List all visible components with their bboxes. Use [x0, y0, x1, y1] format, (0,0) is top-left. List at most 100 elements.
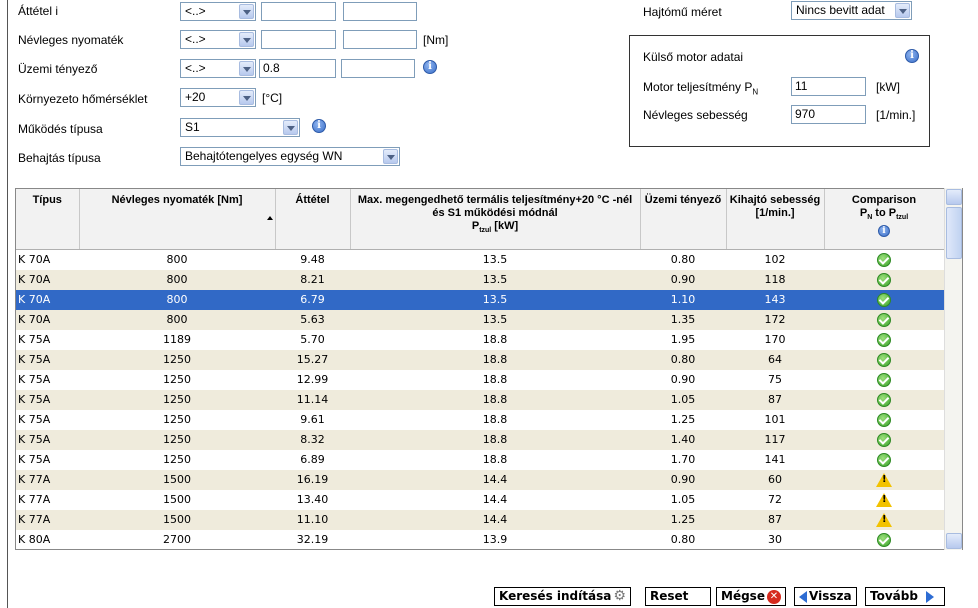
nyomatek-max-input[interactable]: [343, 30, 417, 49]
info-icon[interactable]: i: [878, 225, 890, 238]
chevron-down-icon: [239, 32, 254, 47]
cell-nyomatek: 1250: [79, 349, 275, 370]
check-circle-icon: [877, 272, 891, 287]
cell-uzemi: 0.90: [640, 269, 726, 290]
cell-tipus: K 75A: [16, 329, 79, 350]
col-tipus[interactable]: Típus: [16, 189, 80, 250]
cell-max: 14.4: [350, 489, 640, 510]
homerseklet-select[interactable]: +20: [180, 88, 256, 107]
scroll-down-button[interactable]: [946, 533, 962, 549]
cell-uzemi: 1.25: [640, 509, 726, 530]
table-row[interactable]: K 80A 2700 32.19 13.9 0.80 30: [16, 529, 944, 549]
col-attetel[interactable]: Áttétel: [275, 189, 351, 250]
cell-kihajto: 64: [726, 349, 824, 370]
cell-max: 13.9: [350, 529, 640, 549]
nyomatek-min-input[interactable]: [261, 30, 336, 49]
homerseklet-unit: [°C]: [262, 91, 283, 105]
cell-comparison: [824, 309, 944, 330]
check-circle-icon: [877, 292, 891, 307]
mukodes-label: Működés típusa: [18, 122, 103, 136]
tenyezo-max-input[interactable]: [341, 59, 415, 78]
close-icon: ✕: [766, 589, 781, 604]
scroll-up-button[interactable]: [946, 189, 962, 205]
table-row[interactable]: K 75A 1250 8.32 18.8 1.40 117: [16, 429, 944, 450]
table-row[interactable]: K 70A 800 9.48 13.5 0.80 102: [16, 249, 944, 270]
table-row[interactable]: K 75A 1250 6.89 18.8 1.70 141: [16, 449, 944, 470]
hajtomu-select[interactable]: Nincs bevitt adat: [791, 1, 912, 20]
hajtomu-label: Hajtómű méret: [643, 5, 722, 19]
table-row[interactable]: K 77A 1500 13.40 14.4 1.05 72: [16, 489, 944, 510]
cell-comparison: [824, 469, 944, 490]
reset-button[interactable]: Reset: [645, 587, 711, 606]
next-button[interactable]: Tovább: [865, 587, 945, 606]
cell-kihajto: 170: [726, 329, 824, 350]
cell-attetel: 8.21: [275, 269, 350, 290]
cell-tipus: K 75A: [16, 389, 79, 410]
cell-max: 18.8: [350, 349, 640, 370]
cell-kihajto: 141: [726, 449, 824, 470]
cell-attetel: 5.70: [275, 329, 350, 350]
cell-max: 18.8: [350, 329, 640, 350]
cell-tipus: K 77A: [16, 509, 79, 530]
motor-power-input[interactable]: 11: [791, 77, 866, 96]
nyomatek-unit: [Nm]: [423, 33, 449, 47]
arrow-left-icon: [799, 590, 807, 603]
table-row[interactable]: K 75A 1250 15.27 18.8 0.80 64: [16, 349, 944, 370]
cell-tipus: K 75A: [16, 429, 79, 450]
cell-tipus: K 75A: [16, 349, 79, 370]
attetel-max-input[interactable]: [343, 2, 417, 21]
table-row[interactable]: K 70A 800 5.63 13.5 1.35 172: [16, 309, 944, 330]
attetel-select[interactable]: <..>: [180, 2, 256, 21]
cell-nyomatek: 1250: [79, 369, 275, 390]
cell-attetel: 5.63: [275, 309, 350, 330]
table-row[interactable]: K 75A 1250 9.61 18.8 1.25 101: [16, 409, 944, 430]
cell-nyomatek: 1500: [79, 469, 275, 490]
table-row[interactable]: K 70A 800 6.79 13.5 1.10 143: [16, 289, 944, 310]
check-circle-icon: [877, 452, 891, 467]
cell-max: 13.5: [350, 309, 640, 330]
table-row[interactable]: K 77A 1500 16.19 14.4 0.90 60: [16, 469, 944, 490]
tenyezo-select[interactable]: <..>: [180, 59, 256, 78]
cell-nyomatek: 800: [79, 289, 275, 310]
back-button[interactable]: Vissza: [794, 587, 857, 606]
table-row[interactable]: K 77A 1500 11.10 14.4 1.25 87: [16, 509, 944, 530]
col-uzemi[interactable]: Üzemi tényező: [640, 189, 727, 250]
motor-speed-input[interactable]: 970: [791, 105, 866, 124]
speed-unit: [1/min.]: [876, 108, 916, 122]
motor-panel-title: Külső motor adatai: [643, 50, 744, 64]
cell-uzemi: 1.05: [640, 389, 726, 410]
nyomatek-label: Névleges nyomaték: [18, 33, 124, 47]
col-comparison[interactable]: Comparison PN to Ptzul i: [824, 189, 945, 250]
table-row[interactable]: K 70A 800 8.21 13.5 0.90 118: [16, 269, 944, 290]
col-nyomatek[interactable]: Névleges nyomaték [Nm]: [79, 189, 276, 250]
scroll-thumb[interactable]: [946, 207, 962, 259]
table-row[interactable]: K 75A 1189 5.70 18.8 1.95 170: [16, 329, 944, 350]
col-max[interactable]: Max. megengedhető termális teljesítmény+…: [350, 189, 641, 250]
cell-kihajto: 102: [726, 249, 824, 270]
info-icon[interactable]: i: [312, 119, 326, 133]
search-button[interactable]: Keresés indítása ⚙: [494, 587, 631, 606]
cell-tipus: K 80A: [16, 529, 79, 549]
cell-nyomatek: 1500: [79, 509, 275, 530]
cell-comparison: [824, 369, 944, 390]
table-row[interactable]: K 75A 1250 12.99 18.8 0.90 75: [16, 369, 944, 390]
cell-nyomatek: 1189: [79, 329, 275, 350]
mukodes-select[interactable]: S1: [180, 118, 300, 137]
cancel-button[interactable]: Mégse ✕: [716, 587, 786, 606]
info-icon[interactable]: i: [423, 60, 437, 74]
cell-tipus: K 77A: [16, 489, 79, 510]
behajtas-select[interactable]: Behajtótengelyes egység WN: [180, 147, 400, 166]
tenyezo-input[interactable]: 0.8: [259, 59, 336, 78]
table-row[interactable]: K 75A 1250 11.14 18.8 1.05 87: [16, 389, 944, 410]
col-kihajto[interactable]: Kihajtó sebesség [1/min.]: [726, 189, 825, 250]
cell-kihajto: 30: [726, 529, 824, 549]
vertical-scrollbar[interactable]: [944, 188, 962, 550]
cell-kihajto: 75: [726, 369, 824, 390]
nyomatek-select[interactable]: <..>: [180, 30, 256, 49]
cell-uzemi: 0.80: [640, 529, 726, 549]
cell-attetel: 32.19: [275, 529, 350, 549]
cell-nyomatek: 1500: [79, 489, 275, 510]
attetel-min-input[interactable]: [261, 2, 336, 21]
info-icon[interactable]: i: [905, 49, 919, 63]
cell-nyomatek: 1250: [79, 449, 275, 470]
